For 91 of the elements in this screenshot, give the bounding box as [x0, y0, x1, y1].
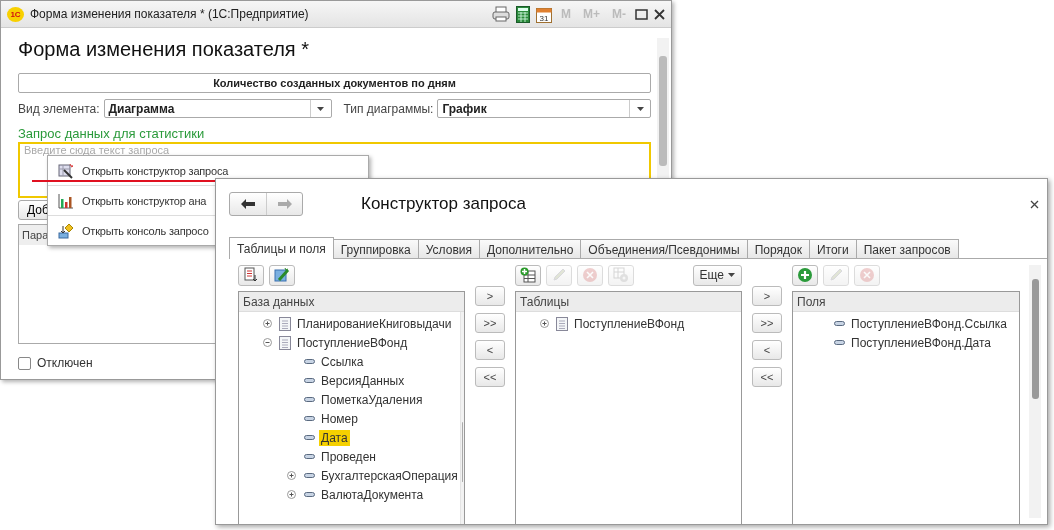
- tray-arrow-icon: [58, 222, 74, 239]
- tree-item[interactable]: Номер: [319, 410, 360, 427]
- list-arrow-icon: [243, 267, 259, 283]
- name-field[interactable]: Количество созданных документов по дням: [18, 73, 651, 93]
- tree-item[interactable]: Проведен: [319, 448, 378, 465]
- dropdown-caret-icon: [636, 106, 644, 111]
- tree-item[interactable]: ПоступлениеВФонд.Дата: [849, 334, 994, 351]
- move-button[interactable]: <: [752, 340, 782, 360]
- field-label: Тип диаграммы:: [343, 101, 434, 116]
- wand-grid-icon: [58, 162, 74, 179]
- move-button[interactable]: >>: [475, 313, 505, 333]
- collapse-toggle-icon[interactable]: [262, 338, 272, 347]
- tree-item[interactable]: ПланированиеКниговыдачи: [295, 315, 454, 332]
- bar-chart-icon: [58, 192, 74, 209]
- delete-icon: [859, 267, 875, 283]
- tab[interactable]: Итоги: [808, 239, 857, 259]
- checkbox-label: Отключен: [37, 356, 93, 370]
- table-icon: [279, 316, 291, 331]
- table-gear-icon: [613, 267, 629, 283]
- field-icon: [833, 340, 845, 345]
- column-header: База данных: [239, 292, 464, 312]
- calendar-icon[interactable]: 31: [536, 5, 552, 23]
- column-header: Поля: [793, 292, 1019, 312]
- tree-item[interactable]: Дата: [319, 429, 350, 446]
- tab[interactable]: Условия: [417, 239, 480, 259]
- section-label: Запрос данных для статистики: [18, 126, 206, 141]
- tab[interactable]: Пакет запросов: [855, 239, 959, 259]
- close-icon[interactable]: [1030, 199, 1039, 209]
- table-pencil-icon: [274, 267, 290, 283]
- field-icon: [303, 359, 315, 364]
- column-header: Таблицы: [516, 292, 741, 312]
- scrollbar[interactable]: [459, 312, 464, 524]
- list-button[interactable]: [238, 264, 264, 286]
- tree-item[interactable]: ПоступлениеВФонд: [295, 334, 410, 351]
- field-icon: [303, 416, 315, 421]
- app-logo: 1С: [7, 6, 24, 22]
- field-icon: [833, 321, 845, 326]
- maximize-icon[interactable]: [635, 8, 648, 20]
- dropdown-caret-icon: [728, 273, 735, 277]
- tab[interactable]: Объединения/Псевдонимы: [580, 239, 748, 259]
- window-title: Форма изменения показателя * (1С:Предприятие): [30, 7, 309, 21]
- move-button[interactable]: >>: [752, 313, 782, 333]
- checkbox[interactable]: [18, 356, 31, 370]
- table-icon: [556, 316, 568, 331]
- tree-item[interactable]: ВалютаДокумента: [319, 486, 426, 503]
- pencil-icon: [551, 267, 567, 283]
- tree-item[interactable]: ВерсияДанных: [319, 372, 407, 389]
- field-icon: [303, 454, 315, 459]
- tree-item[interactable]: ПоступлениеВФонд: [572, 315, 687, 332]
- tree-item[interactable]: ПометкаУдаления: [319, 391, 425, 408]
- close-icon[interactable]: [654, 8, 665, 20]
- expand-toggle-icon[interactable]: [539, 319, 549, 328]
- field-icon: [303, 435, 315, 440]
- tab[interactable]: Порядок: [746, 239, 810, 259]
- expand-toggle-icon[interactable]: [286, 490, 296, 499]
- field-label: Вид элемента:: [18, 101, 100, 116]
- field-icon: [303, 378, 315, 383]
- move-button[interactable]: >: [475, 286, 505, 306]
- left-arrow-icon: [241, 199, 255, 209]
- chart-type-dropdown[interactable]: График: [437, 99, 651, 118]
- form-heading: Форма изменения показателя *: [18, 38, 310, 61]
- more-button[interactable]: Еще: [692, 264, 742, 286]
- move-button[interactable]: <<: [475, 367, 505, 387]
- move-button[interactable]: <<: [752, 367, 782, 387]
- tree-item[interactable]: ПоступлениеВФонд.Ссылка: [849, 315, 1009, 332]
- field-icon: [303, 492, 315, 497]
- add-table-button[interactable]: [515, 264, 541, 286]
- expand-toggle-icon[interactable]: [262, 319, 272, 328]
- tab[interactable]: Таблицы и поля: [229, 237, 334, 259]
- element-type-dropdown[interactable]: Диаграмма: [103, 99, 332, 118]
- tree-item[interactable]: БухгалтерскаяОперация: [319, 467, 460, 484]
- plus-icon: [797, 267, 813, 283]
- move-button[interactable]: <: [475, 340, 505, 360]
- calculator-icon[interactable]: [516, 5, 530, 23]
- tree-item[interactable]: Ссылка: [319, 353, 366, 370]
- field-icon: [303, 397, 315, 402]
- scrollbar[interactable]: [1029, 265, 1041, 518]
- wand-button[interactable]: [269, 264, 295, 286]
- pencil-icon: [828, 267, 844, 283]
- expand-toggle-icon[interactable]: [286, 471, 296, 480]
- table-icon: [279, 335, 291, 350]
- right-arrow-icon: [277, 199, 292, 209]
- add-table-icon: [520, 267, 536, 283]
- add-button[interactable]: [792, 264, 818, 286]
- dropdown-caret-icon: [317, 106, 324, 111]
- tab[interactable]: Дополнительно: [479, 239, 582, 259]
- printer-icon[interactable]: [492, 6, 510, 22]
- delete-icon: [582, 267, 598, 283]
- field-icon: [303, 473, 315, 478]
- tab[interactable]: Группировка: [332, 239, 419, 259]
- move-button[interactable]: >: [752, 286, 782, 306]
